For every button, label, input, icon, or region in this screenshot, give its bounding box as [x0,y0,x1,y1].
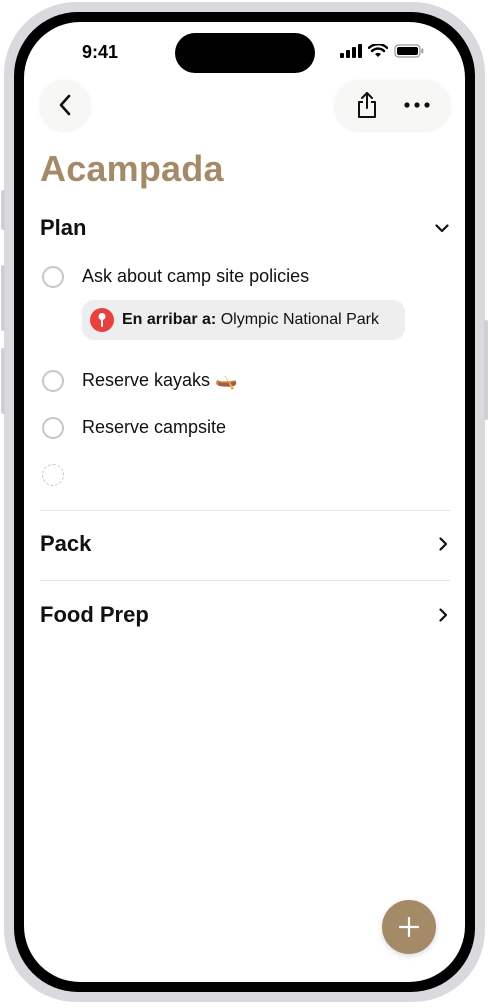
section-title-food-prep: Food Prep [40,602,149,627]
more-button[interactable] [404,102,430,108]
item-text-wrapper[interactable]: Reserve kayaks 🛶 [82,370,238,391]
share-icon [358,92,377,118]
item-text[interactable]: Reserve campsite [82,417,226,438]
device-bezel: 9:41 Acampada Plan Ask about camp site p… [14,12,475,992]
chip-prefix: En arribar a: [122,311,217,328]
screen: 9:41 Acampada Plan Ask about camp site p… [24,22,465,982]
device-frame: 9:41 Acampada Plan Ask about camp site p… [4,2,485,1002]
location-reminder-chip[interactable]: En arribar a: Olympic National Park [82,300,405,340]
share-button[interactable] [355,91,379,119]
chip-text: En arribar a: Olympic National Park [122,311,379,329]
battery-icon [394,44,424,58]
list-item: Reserve kayaks 🛶 [40,368,450,394]
location-pin-icon [90,308,114,332]
wifi-icon [368,44,388,57]
list-item: Ask about camp site policies [40,264,450,290]
signal-icon [340,44,362,58]
item-text: Reserve kayaks [82,370,211,390]
chip-place: Olympic National Park [220,311,379,328]
divider [40,510,450,511]
list-item: Reserve campsite [40,415,450,441]
volume-down-button [1,348,5,414]
item-checkbox[interactable] [42,417,64,439]
status-icons [340,44,424,58]
section-title-pack: Pack [40,531,92,556]
chevron-right-icon [439,608,448,622]
toolbar-actions [335,80,450,130]
plus-icon [398,916,420,938]
new-item-row[interactable] [40,462,450,488]
volume-up-button [1,265,5,331]
list-title: Acampada [40,148,224,189]
section-header-plan[interactable]: Plan [40,215,450,243]
section-header-food-prep[interactable]: Food Prep [40,602,450,630]
kayak-emoji: 🛶 [215,370,238,390]
chevron-right-icon [439,537,448,551]
item-checkbox[interactable] [42,370,64,392]
status-time: 9:41 [82,42,119,62]
divider [40,580,450,581]
power-button [484,320,488,420]
dynamic-island [175,33,315,73]
chevron-down-icon [435,224,449,233]
section-title-plan: Plan [40,215,87,240]
item-text[interactable]: Ask about camp site policies [82,266,309,287]
add-item-button[interactable] [382,900,436,954]
chevron-left-icon [59,94,71,116]
back-button[interactable] [40,80,90,130]
ellipsis-icon [404,102,430,108]
section-header-pack[interactable]: Pack [40,531,450,559]
item-checkbox[interactable] [42,266,64,288]
action-button [1,190,5,230]
new-item-checkbox [42,464,64,486]
